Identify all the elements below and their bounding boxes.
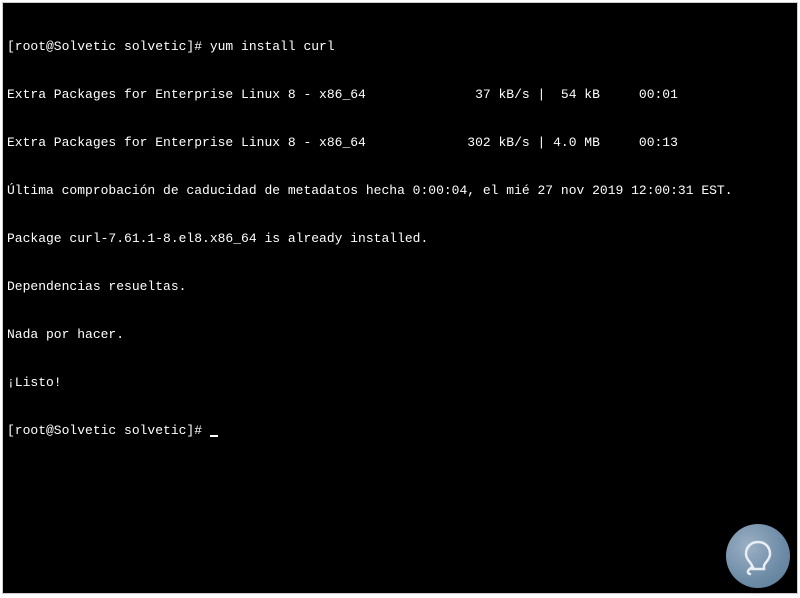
- terminal-line: Dependencias resueltas.: [7, 279, 793, 295]
- terminal-line: Última comprobación de caducidad de meta…: [7, 183, 793, 199]
- terminal-prompt-line: [root@Solvetic solvetic]#: [7, 423, 793, 439]
- terminal-window[interactable]: [root@Solvetic solvetic]# yum install cu…: [2, 2, 798, 594]
- terminal-line: Package curl-7.61.1-8.el8.x86_64 is alre…: [7, 231, 793, 247]
- solvetic-logo-icon: [726, 524, 790, 588]
- terminal-line: [root@Solvetic solvetic]# yum install cu…: [7, 39, 793, 55]
- terminal-line: ¡Listo!: [7, 375, 793, 391]
- terminal-line: Nada por hacer.: [7, 327, 793, 343]
- terminal-line: Extra Packages for Enterprise Linux 8 - …: [7, 87, 793, 103]
- terminal-prompt: [root@Solvetic solvetic]#: [7, 423, 210, 438]
- terminal-line: Extra Packages for Enterprise Linux 8 - …: [7, 135, 793, 151]
- cursor-icon: [210, 435, 218, 437]
